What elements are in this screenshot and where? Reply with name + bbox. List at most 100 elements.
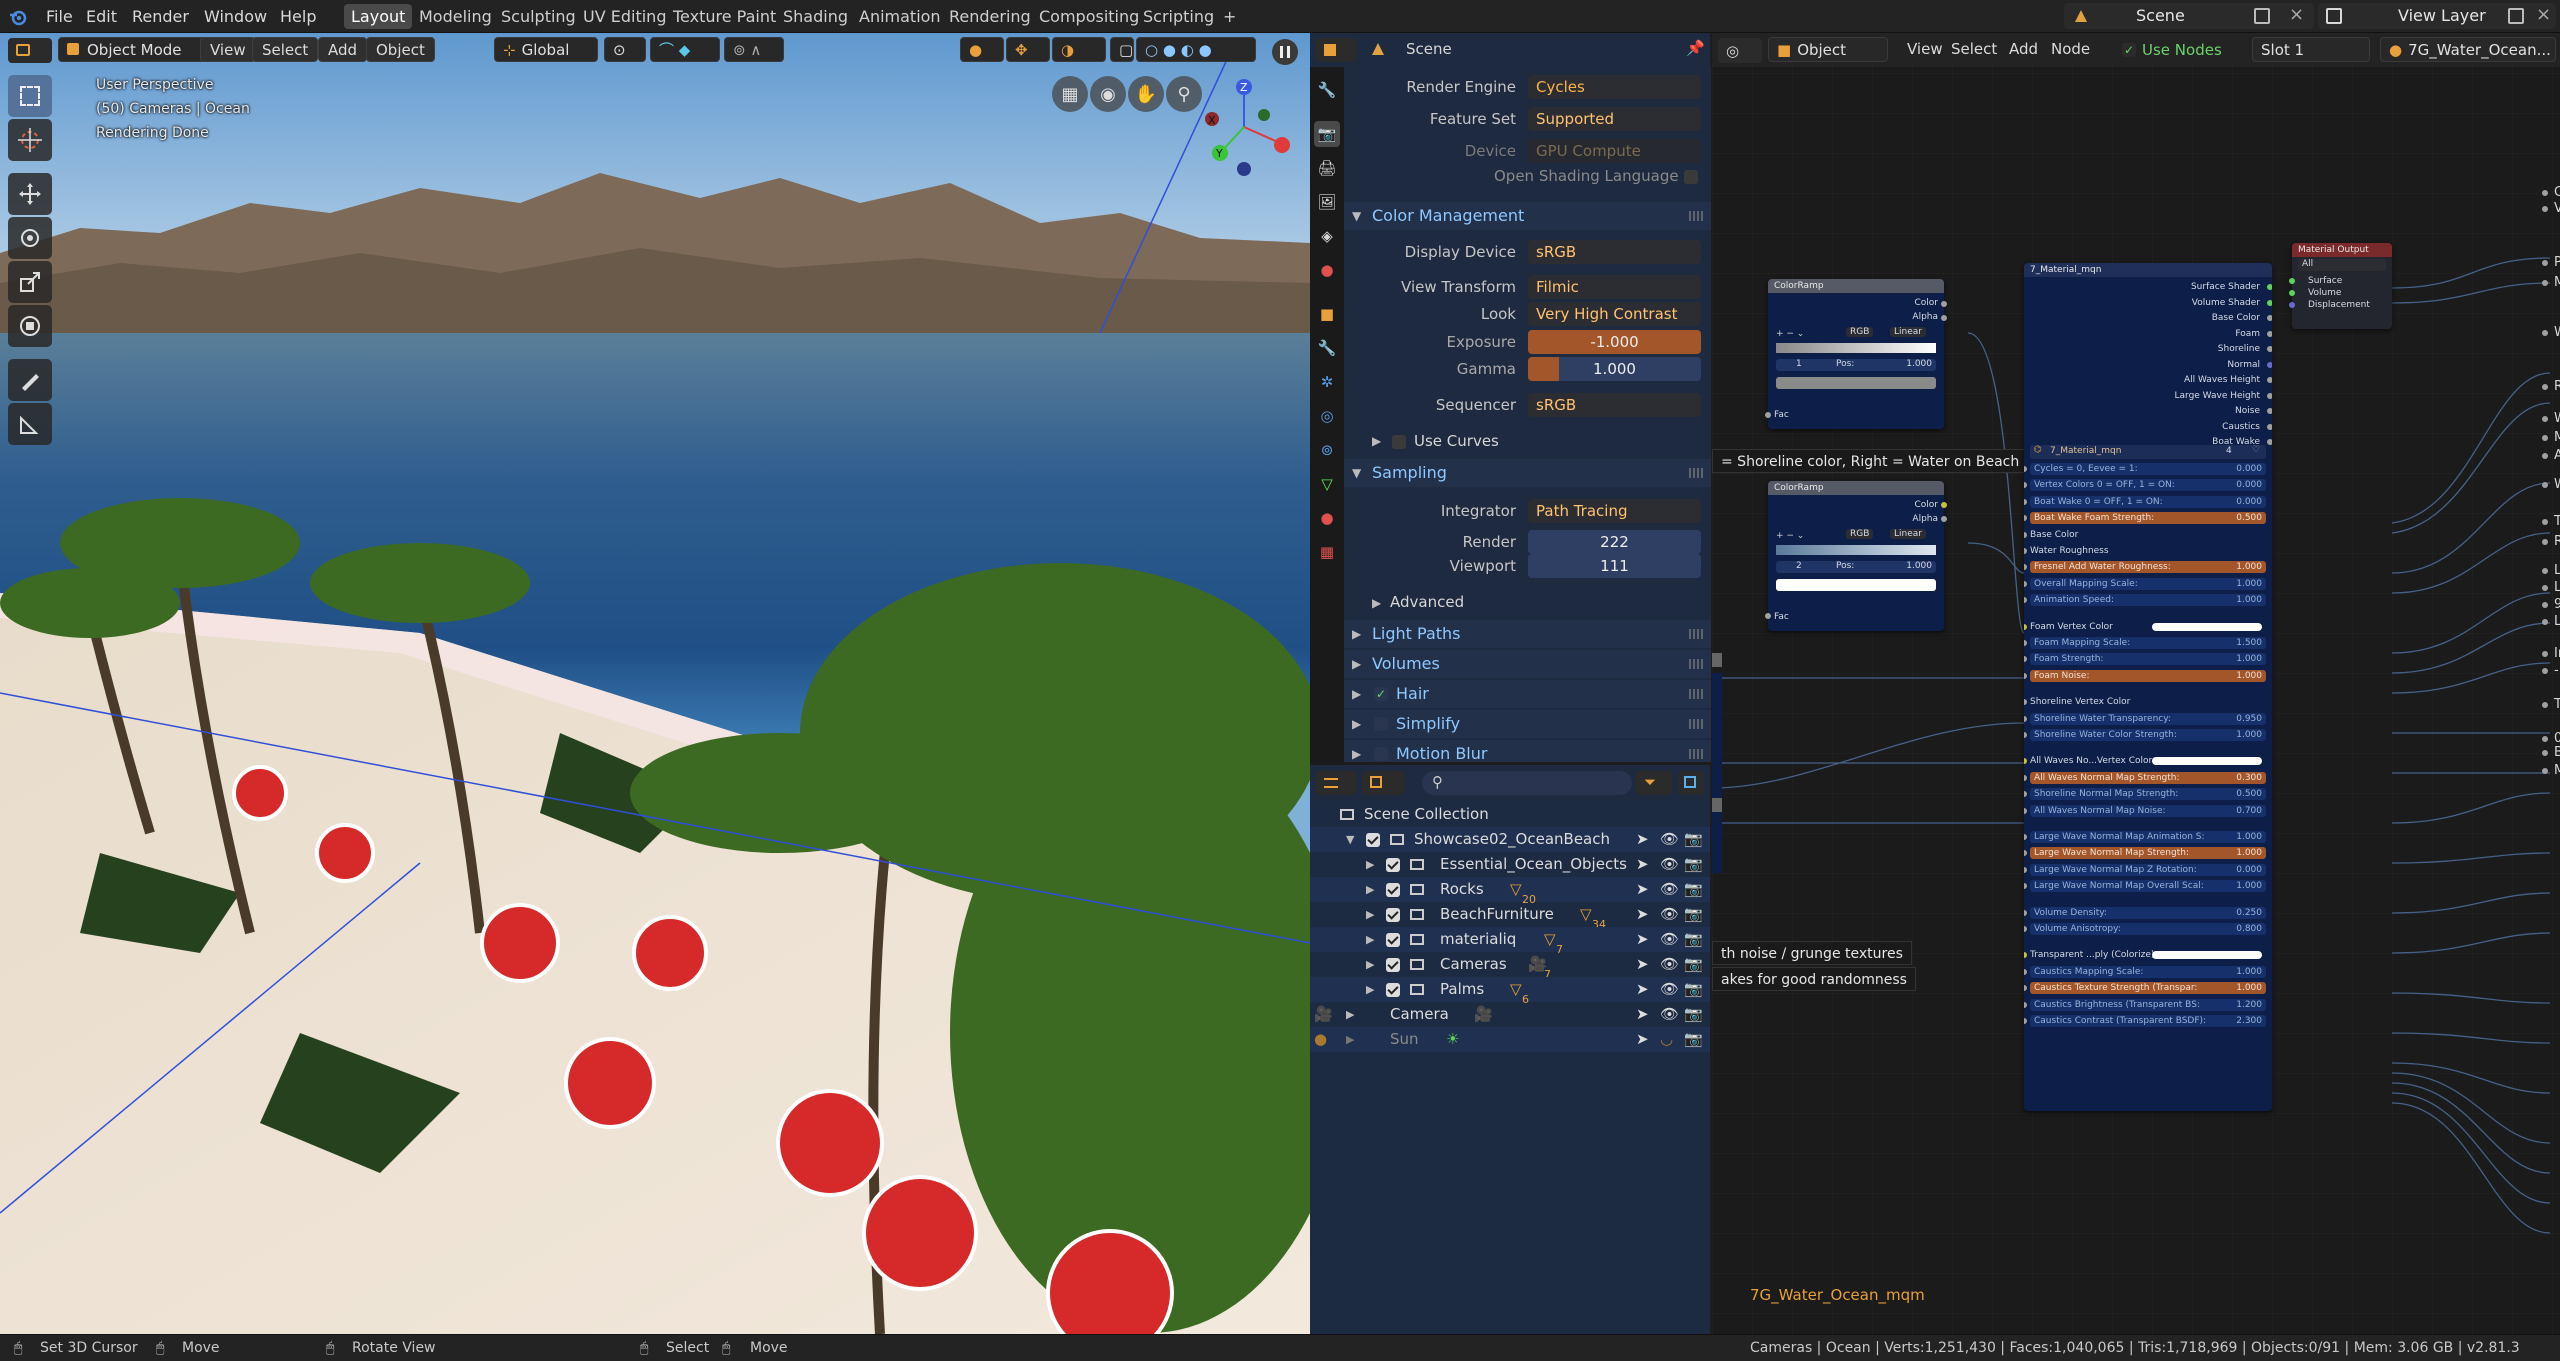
socket-icon[interactable] [2542, 602, 2548, 608]
interpolation-dropdown[interactable]: Linear [1890, 327, 1926, 337]
socket-icon[interactable] [2024, 732, 2027, 738]
socket-icon[interactable] [2267, 439, 2272, 445]
camera-render-icon[interactable]: 📷 [1684, 977, 1703, 1002]
socket-icon[interactable] [2542, 206, 2548, 212]
simplify-checkbox[interactable] [1374, 717, 1388, 731]
hair-panel-header[interactable]: ▶ ✓ Hair [1344, 680, 1711, 708]
drag-handle-icon[interactable] [1689, 749, 1703, 759]
copy-icon[interactable] [2254, 8, 2270, 24]
group-input-field[interactable]: All Waves No...Vertex Color [2030, 755, 2266, 767]
tab-rendering[interactable]: Rendering [942, 4, 1038, 29]
socket-icon[interactable] [2024, 834, 2027, 840]
select-arrow-icon[interactable]: ➤ [1636, 877, 1649, 902]
drag-handle-icon[interactable] [1689, 719, 1703, 729]
material-group-node[interactable]: 7_Material_mqn Surface Shader Volume Shad… [2024, 263, 2272, 1111]
scale-tool[interactable] [8, 261, 52, 303]
x-axis-icon[interactable] [1274, 137, 1290, 153]
outliner-search-input[interactable]: ⚲ [1422, 771, 1632, 795]
rotate-tool[interactable] [8, 217, 52, 259]
eye-icon[interactable]: 👁 [1660, 852, 1679, 877]
socket-icon[interactable] [2024, 715, 2027, 722]
menu-select[interactable]: Select [252, 37, 319, 62]
socket-icon[interactable] [2024, 883, 2027, 890]
expand-icon[interactable]: ▶ [1366, 952, 1374, 977]
socket-icon[interactable] [2024, 623, 2027, 630]
select-arrow-icon[interactable]: ➤ [1636, 1027, 1649, 1052]
socket-icon[interactable] [2542, 619, 2548, 625]
select-arrow-icon[interactable]: ➤ [1636, 827, 1649, 852]
socket-icon[interactable] [2024, 531, 2027, 538]
close-icon[interactable]: × [2536, 4, 2551, 25]
select-arrow-icon[interactable]: ➤ [1636, 902, 1649, 927]
viewport-samples-field[interactable]: 111 [1528, 554, 1701, 578]
outliner-row-sun[interactable]: ▶ ● Sun ☀ ➤ ◡ 📷 [1310, 1027, 1710, 1052]
gizmo-toggle[interactable]: ✥ [1006, 37, 1050, 62]
group-input-field[interactable]: Caustics Texture Strength (Transpar: 1.00… [2030, 982, 2266, 995]
measure-tool[interactable] [8, 403, 52, 445]
osl-checkbox[interactable] [1684, 170, 1698, 184]
partial-node-body[interactable] [1712, 673, 1722, 873]
ramp-controls[interactable]: + − ⌄ [1776, 329, 1804, 339]
menu-view[interactable]: View [200, 37, 256, 62]
socket-icon[interactable] [2024, 968, 2027, 975]
socket-icon[interactable] [2542, 539, 2548, 545]
proportional-toggle[interactable]: ⊚ ∧ [724, 37, 784, 62]
tab-data[interactable]: ▽ [1314, 471, 1340, 497]
drag-handle-icon[interactable] [1689, 211, 1703, 221]
socket-icon[interactable] [1765, 613, 1771, 619]
socket-icon[interactable] [1941, 516, 1947, 522]
socket-icon[interactable] [2024, 498, 2027, 505]
group-input-field[interactable]: Shoreline Normal Map Strength: 0.500 [2030, 788, 2266, 801]
tab-modeling[interactable]: Modeling [412, 4, 499, 29]
color-ramp-gradient[interactable] [1776, 343, 1936, 353]
socket-icon[interactable] [2267, 346, 2272, 352]
sequencer-dropdown[interactable]: sRGB [1528, 393, 1701, 417]
menu-object[interactable]: Object [366, 37, 435, 62]
tab-sculpting[interactable]: Sculpting [494, 4, 583, 29]
group-input-field[interactable]: Overall Mapping Scale: 1.000 [2030, 577, 2266, 590]
socket-icon[interactable] [2024, 672, 2027, 679]
socket-icon[interactable] [2542, 585, 2548, 591]
look-dropdown[interactable]: Very High Contrast [1528, 302, 1701, 326]
socket-icon[interactable] [2024, 791, 2027, 798]
scene-selector[interactable]: Scene × [2064, 3, 2314, 29]
material-selector[interactable]: ● 7G_Water_Ocean... [2380, 37, 2556, 62]
socket-icon[interactable] [2542, 519, 2548, 525]
add-workspace-button[interactable]: + [1216, 4, 1243, 29]
shading-modes[interactable]: ○ ● ◐ ● [1136, 37, 1256, 62]
camera-render-icon[interactable]: 📷 [1684, 952, 1703, 977]
select-box-tool[interactable] [8, 75, 52, 117]
include-checkbox[interactable] [1386, 983, 1400, 997]
stop-color-swatch[interactable] [1776, 579, 1936, 591]
display-mode-button[interactable] [1362, 771, 1404, 795]
render-engine-dropdown[interactable]: Cycles [1528, 75, 1701, 99]
tab-shading[interactable]: Shading [776, 4, 855, 29]
eye-icon[interactable]: 👁 [1660, 877, 1679, 902]
socket-icon[interactable] [2267, 330, 2272, 337]
select-arrow-icon[interactable]: ➤ [1636, 927, 1649, 952]
editor-type-button[interactable] [8, 38, 52, 63]
view-layer-selector[interactable]: View Layer × [2318, 3, 2556, 29]
partial-node-edge[interactable] [1712, 798, 1722, 812]
group-input-field[interactable]: Large Wave Normal Map Strength: 1.000 [2030, 847, 2266, 860]
device-dropdown[interactable]: GPU Compute [1528, 139, 1701, 163]
colorramp-node-1[interactable]: ColorRamp Color Alpha + − ⌄ RGB Linear 1… [1768, 279, 1944, 429]
socket-icon[interactable] [1941, 502, 1947, 508]
camera-render-icon[interactable]: 📷 [1684, 877, 1703, 902]
ramp-controls[interactable]: + − ⌄ [1776, 531, 1804, 541]
group-input-field[interactable]: All Waves Normal Map Strength: 0.300 [2030, 771, 2266, 784]
socket-icon[interactable] [2024, 758, 2027, 765]
eye-closed-icon[interactable]: ◡ [1660, 1027, 1673, 1052]
socket-icon[interactable] [2267, 315, 2272, 321]
drag-handle-icon[interactable] [1689, 659, 1703, 669]
camera-render-icon[interactable]: 📷 [1684, 902, 1703, 927]
drag-handle-icon[interactable] [1689, 468, 1703, 478]
outliner-row-camera[interactable]: ▶ 🎥 Camera 🎥 ➤ 👁 📷 [1310, 1002, 1710, 1027]
pan-view-button[interactable]: ✋ [1128, 76, 1164, 112]
group-input-field[interactable]: Large Wave Normal Map Animation S: 1.000 [2030, 831, 2266, 843]
outliner-row-showcase[interactable]: ▼ Showcase02_OceanBeach ➤ 👁 📷 [1310, 827, 1710, 852]
group-input-field[interactable]: Foam Mapping Scale: 1.500 [2030, 637, 2266, 649]
props-editor-type-button[interactable] [1316, 38, 1356, 62]
expand-icon[interactable]: ▶ [1366, 977, 1374, 1002]
camera-view-button[interactable]: ◉ [1090, 76, 1126, 112]
